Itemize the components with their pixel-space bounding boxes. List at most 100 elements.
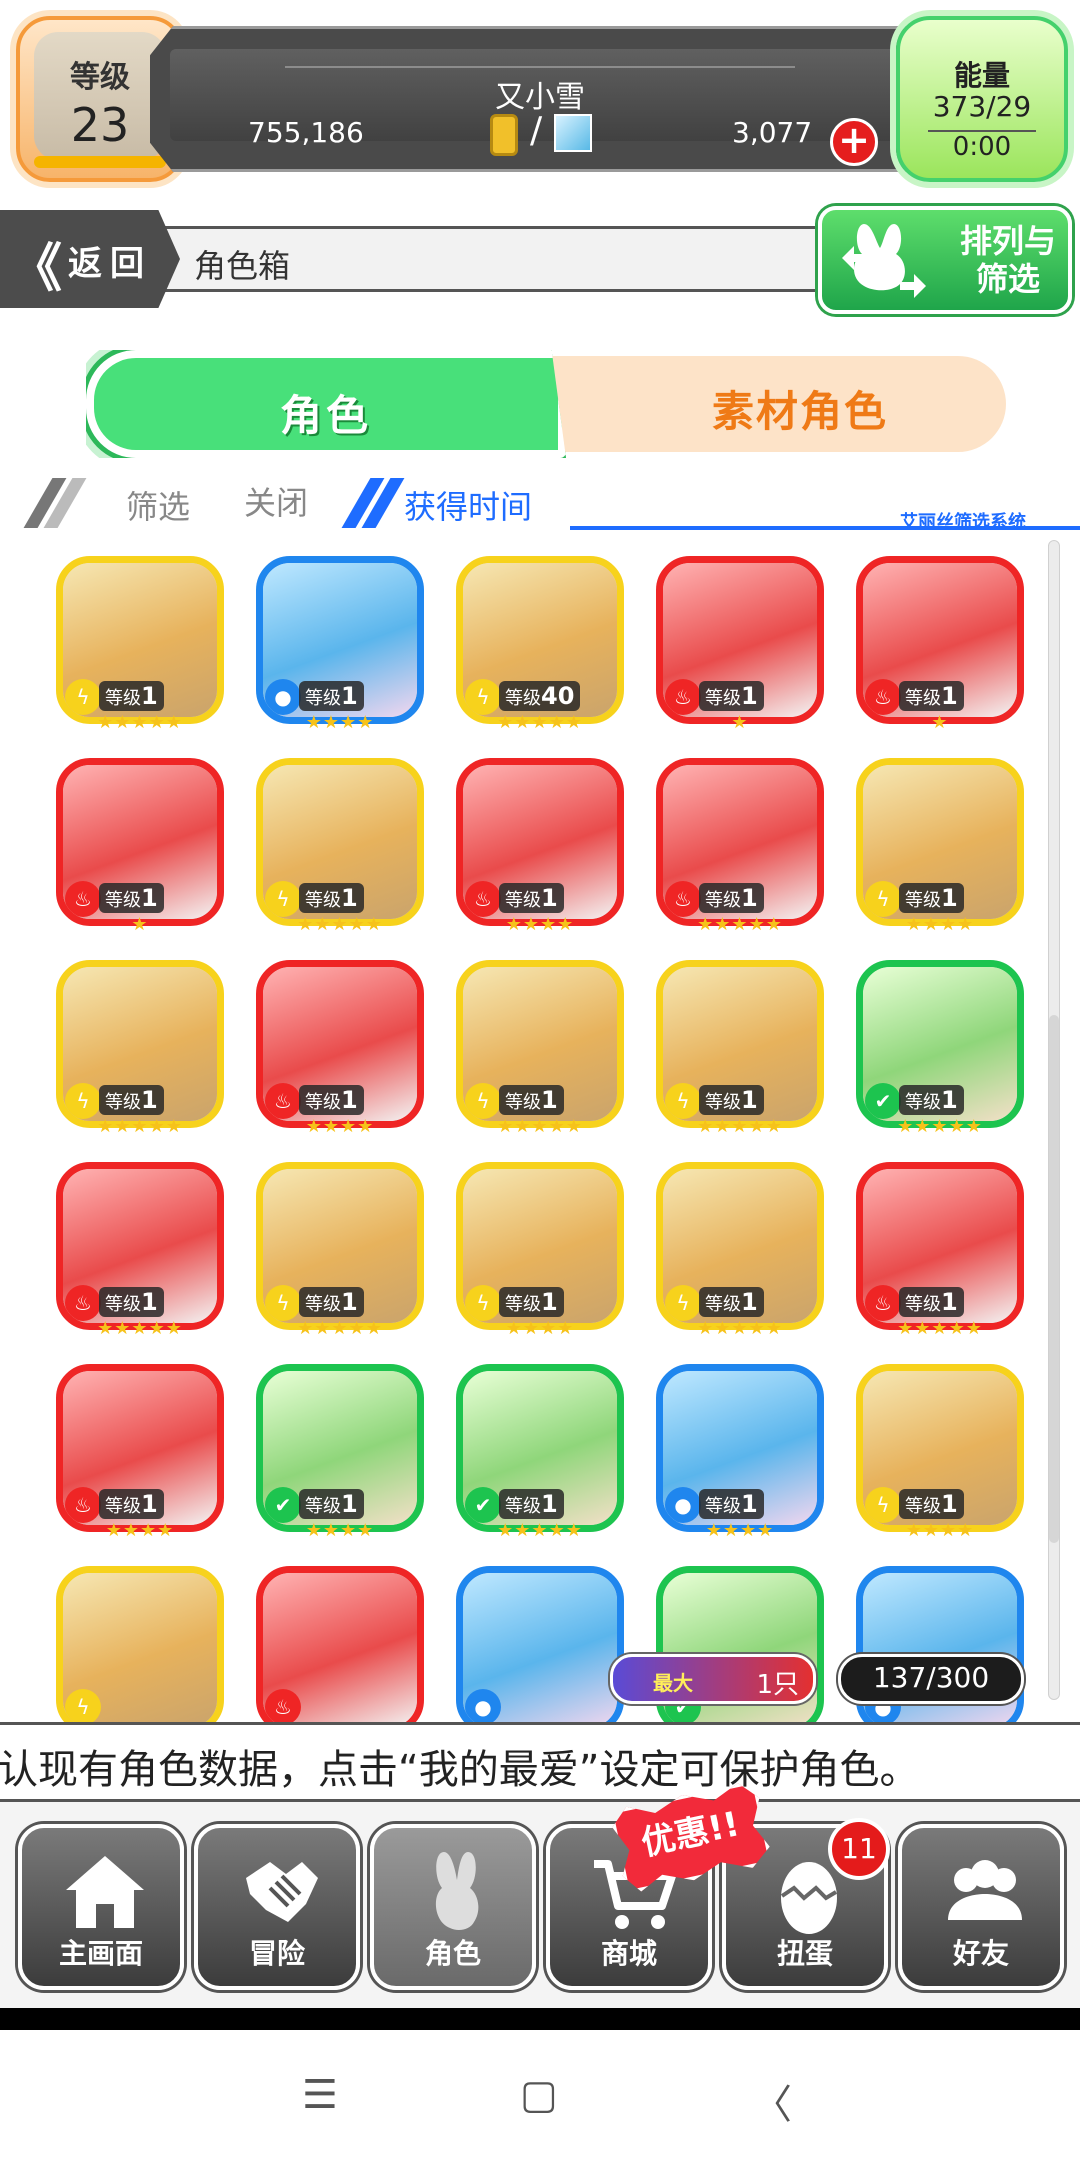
back-arrow-icon[interactable]: 〈 <box>752 2072 792 2130</box>
level-prefix: 等级 <box>105 1092 141 1113</box>
character-card[interactable]: ♨ 等级1 <box>656 758 824 926</box>
add-gem-button[interactable]: + <box>830 118 878 166</box>
nav-shop-label: 商城 <box>600 1937 657 1970</box>
rarity-stars: ★★★★★ <box>497 1116 583 1137</box>
rarity-stars: ★★★★ <box>305 1520 375 1541</box>
level-number: 1 <box>341 1288 358 1316</box>
level-number: 1 <box>541 884 558 912</box>
tab-characters[interactable]: 角色 <box>86 350 566 458</box>
scrollbar-thumb[interactable] <box>1049 1015 1059 1543</box>
rabbit-icon <box>435 1852 479 1930</box>
level-number: 1 <box>741 1490 758 1518</box>
nav-home-button[interactable]: 主画面 <box>18 1824 184 1990</box>
filter-state[interactable]: 关闭 <box>244 478 308 524</box>
character-card[interactable]: ϟ 等级1 <box>256 758 424 926</box>
nav-friends-button[interactable]: 好友 <box>898 1824 1064 1990</box>
character-card[interactable]: ● <box>456 1566 624 1722</box>
character-level: 等级1 <box>299 883 364 913</box>
character-card[interactable]: ϟ 等级1 <box>56 556 224 724</box>
character-card[interactable]: ♨ 等级1 <box>256 960 424 1128</box>
wind-element-icon: ✔ <box>265 1487 301 1523</box>
energy-value: 373/29 <box>932 90 1032 123</box>
character-level: 等级1 <box>99 1489 164 1519</box>
nav-adventure-button[interactable]: 冒险 <box>194 1824 360 1990</box>
character-level: 等级40 <box>499 681 581 711</box>
level-number: 1 <box>541 1490 558 1518</box>
character-level: 等级1 <box>99 883 164 913</box>
character-card[interactable]: ✔ 等级1 <box>256 1364 424 1532</box>
level-prefix: 等级 <box>305 890 341 911</box>
character-level: 等级1 <box>499 1489 564 1519</box>
character-card[interactable]: ♨ 等级1 <box>856 1162 1024 1330</box>
character-card[interactable]: ● 等级1 <box>656 1364 824 1532</box>
character-card[interactable]: ϟ <box>56 1566 224 1722</box>
max-favorites-badge: 最大 1只 <box>610 1654 816 1704</box>
character-card[interactable]: ♨ 等级1 <box>656 556 824 724</box>
menu-icon[interactable]: ☰ <box>302 2072 338 2118</box>
level-number: 1 <box>741 1288 758 1316</box>
level-prefix: 等级 <box>105 688 141 709</box>
character-card[interactable]: ϟ 等级1 <box>56 960 224 1128</box>
character-card[interactable]: ϟ 等级1 <box>656 1162 824 1330</box>
tab-material-characters[interactable]: 素材角色 <box>540 356 1006 452</box>
character-card[interactable]: ϟ 等级1 <box>456 960 624 1128</box>
scrollbar[interactable] <box>1048 540 1060 1700</box>
rarity-stars: ★★★★★ <box>297 1318 383 1339</box>
character-card[interactable]: ♨ 等级1 <box>856 556 1024 724</box>
hint-ticker: 认现有角色数据，点击“我的最爱”设定可保护角色。 <box>0 1722 1080 1802</box>
rarity-stars: ★★★★★ <box>697 1116 783 1137</box>
character-card[interactable]: ♨ 等级1 <box>56 758 224 926</box>
rarity-stars: ★★★★★ <box>897 1318 983 1339</box>
character-card[interactable]: ♨ 等级1 <box>456 758 624 926</box>
character-level: 等级1 <box>299 681 364 711</box>
fire-element-icon: ♨ <box>665 881 701 917</box>
level-prefix: 等级 <box>705 688 741 709</box>
character-card[interactable]: ✔ 等级1 <box>856 960 1024 1128</box>
character-card[interactable]: ϟ 等级1 <box>256 1162 424 1330</box>
level-prefix: 等级 <box>905 1092 941 1113</box>
nav-friends-label: 好友 <box>952 1937 1009 1970</box>
character-card[interactable]: ♨ 等级1 <box>56 1162 224 1330</box>
filter-label[interactable]: 筛选 <box>126 482 190 528</box>
character-card[interactable]: ♨ 等级1 <box>56 1364 224 1532</box>
level-number: 1 <box>141 1490 158 1518</box>
back-button[interactable]: 《 返回 <box>0 210 180 308</box>
energy-box: 能量 373/29 0:00 <box>896 16 1068 182</box>
max-value: 1只 <box>756 1670 799 1700</box>
rarity-stars: ★★★★ <box>705 1520 775 1541</box>
character-card[interactable]: ϟ 等级1 <box>656 960 824 1128</box>
rarity-stars: ★★★★ <box>505 914 575 935</box>
level-prefix: 等级 <box>505 890 541 911</box>
character-card[interactable]: ϟ 等级40 <box>456 556 624 724</box>
nav-home-label: 主画面 <box>58 1937 143 1970</box>
rarity-stars: ★★★★ <box>305 1116 375 1137</box>
lightning-element-icon: ϟ <box>865 1487 901 1523</box>
gold-amount: 755,186 <box>248 116 364 149</box>
sort-order-value[interactable]: 获得时间 <box>404 482 532 528</box>
rarity-stars: ★ <box>731 712 749 733</box>
hint-text: 认现有角色数据，点击“我的最爱”设定可保护角色。 <box>0 1747 920 1793</box>
level-number: 1 <box>941 1288 958 1316</box>
level-number: 1 <box>141 682 158 710</box>
fire-element-icon: ♨ <box>465 881 501 917</box>
character-grid[interactable]: ϟ 等级1 ★★★★★ ● 等级1 ★★★★ ϟ 等级40 ★★★★★ ♨ 等级1 ★ ♨ 等级1 ★ ♨ 等级… <box>0 530 1080 1722</box>
character-level: 等级1 <box>899 1489 964 1519</box>
level-prefix: 等级 <box>505 688 541 709</box>
bottom-navigation: 主画面 冒险 角色 商城 扭蛋 好友 <box>0 1802 1080 2008</box>
friends-icon <box>948 1860 1022 1920</box>
nav-characters-button[interactable]: 角色 <box>370 1824 536 1990</box>
character-card[interactable]: ϟ 等级1 <box>856 1364 1024 1532</box>
system-divider <box>0 2008 1080 2030</box>
character-card[interactable]: ✔ 等级1 <box>456 1364 624 1532</box>
character-card[interactable]: ϟ 等级1 <box>456 1162 624 1330</box>
sort-filter-button[interactable]: 排列与筛选 <box>818 206 1072 314</box>
character-card[interactable]: ♨ <box>256 1566 424 1722</box>
level-prefix: 等级 <box>705 1092 741 1113</box>
character-level: 等级1 <box>899 681 964 711</box>
energy-timer: 0:00 <box>952 132 1012 162</box>
character-card[interactable]: ● 等级1 <box>256 556 424 724</box>
character-card[interactable]: ϟ 等级1 <box>856 758 1024 926</box>
level-progress-bar <box>34 156 166 168</box>
home-icon <box>66 1856 144 1928</box>
home-square-icon[interactable]: ▢ <box>520 2072 558 2118</box>
